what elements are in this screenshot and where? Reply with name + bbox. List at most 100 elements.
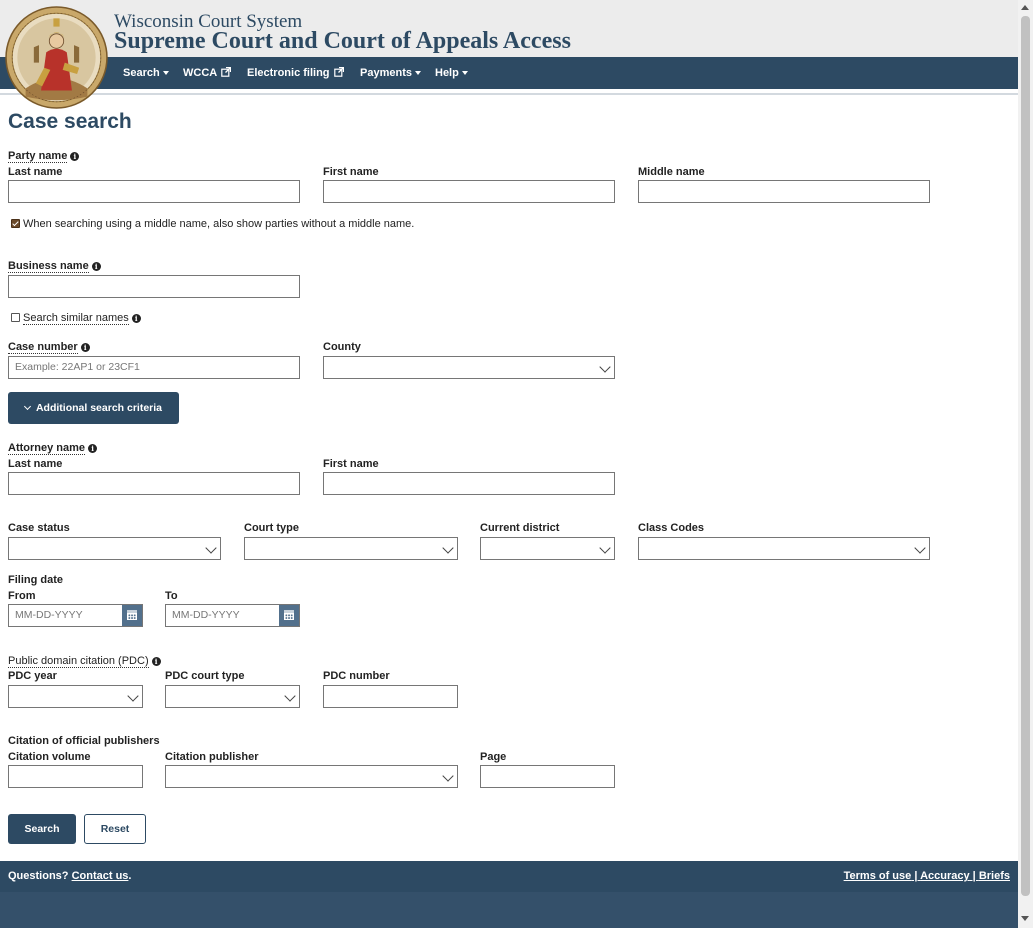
footer-contact-suffix: .: [128, 870, 132, 882]
current-district-select[interactable]: [480, 537, 615, 560]
chevron-down-icon: [599, 361, 611, 373]
citation-volume-label: Citation volume: [8, 751, 91, 763]
site-footer: Questions? Contact us. Terms of use | Ac…: [0, 861, 1018, 892]
nav-divider: [0, 93, 1018, 95]
citation-page-input[interactable]: [480, 765, 615, 788]
nav-payments-label: Payments: [360, 67, 412, 79]
party-name-group-label: Party name i: [8, 150, 80, 163]
terms-of-use-link[interactable]: Terms of use: [844, 870, 912, 882]
site-title[interactable]: Supreme Court and Court of Appeals Acces…: [114, 28, 571, 55]
scroll-down-icon[interactable]: [1021, 916, 1029, 921]
case-status-select[interactable]: [8, 537, 221, 560]
chevron-down-icon: [914, 542, 926, 554]
case-number-group-label: Case number i: [8, 341, 90, 354]
chevron-down-icon: [205, 542, 217, 554]
attorney-last-name-input[interactable]: [8, 472, 300, 495]
court-seal-logo[interactable]: [5, 6, 108, 109]
attorney-last-name-label: Last name: [8, 458, 63, 470]
business-name-input[interactable]: [8, 275, 300, 298]
filing-from-input[interactable]: MM-DD-YYYY: [8, 604, 143, 627]
nav-search-label: Search: [123, 67, 160, 79]
nav-wcca-label: WCCA: [183, 67, 217, 79]
filing-date-label: Filing date: [8, 574, 63, 586]
nav-electronic-filing-label: Electronic filing: [247, 67, 330, 79]
attorney-first-name-input[interactable]: [323, 472, 615, 495]
info-icon[interactable]: i: [80, 343, 90, 352]
pdc-group-label: Public domain citation (PDC) i: [8, 655, 161, 668]
external-link-icon: [333, 66, 344, 77]
filing-to-label: To: [165, 590, 178, 602]
footer-questions: Questions? Contact us.: [8, 870, 131, 882]
attorney-name-label: Attorney name: [8, 442, 86, 455]
business-name-group-label: Business name i: [8, 260, 101, 273]
footer-questions-text: Questions?: [8, 870, 69, 882]
info-icon[interactable]: i: [91, 262, 101, 271]
pdc-label: Public domain citation (PDC): [8, 655, 149, 668]
party-last-name-label: Last name: [8, 166, 63, 178]
current-district-label: Current district: [480, 522, 560, 534]
info-icon[interactable]: i: [70, 152, 80, 161]
middle-name-checkbox-label[interactable]: When searching using a middle name, also…: [23, 218, 414, 230]
caret-down-icon: [414, 71, 421, 76]
case-number-input[interactable]: Example: 22AP1 or 23CF1: [8, 356, 300, 379]
nav-electronic-filing[interactable]: Electronic filing: [247, 66, 344, 79]
nav-search[interactable]: Search: [123, 67, 169, 79]
citation-publisher-label: Citation publisher: [165, 751, 259, 763]
scroll-thumb[interactable]: [1021, 16, 1030, 896]
external-link-icon: [221, 66, 232, 77]
footer-links: Terms of use | Accuracy | Briefs: [844, 870, 1010, 882]
pdc-number-input[interactable]: [323, 685, 458, 708]
info-icon[interactable]: i: [88, 444, 98, 453]
nav-help-label: Help: [435, 67, 459, 79]
additional-search-criteria-button[interactable]: Additional search criteria: [8, 392, 179, 424]
pdc-court-type-select[interactable]: [165, 685, 300, 708]
calendar-icon: [284, 610, 294, 620]
chevron-down-icon: [127, 690, 139, 702]
official-publishers-label: Citation of official publishers: [8, 735, 160, 747]
nav-wcca[interactable]: WCCA: [183, 66, 232, 79]
chevron-down-icon: [442, 770, 454, 782]
nav-payments[interactable]: Payments: [360, 67, 421, 79]
caret-down-icon: [162, 71, 169, 76]
chevron-down-icon: [599, 542, 611, 554]
business-name-label: Business name: [8, 260, 89, 273]
similar-names-label[interactable]: Search similar names: [23, 312, 129, 325]
footer-separator: |: [911, 870, 921, 882]
chevron-down-icon: [442, 542, 454, 554]
similar-names-checkbox[interactable]: [11, 313, 20, 322]
page-scrollbar[interactable]: [1018, 0, 1033, 928]
party-last-name-input[interactable]: [8, 180, 300, 203]
court-type-label: Court type: [244, 522, 299, 534]
filing-to-calendar-button[interactable]: [279, 605, 299, 626]
info-icon[interactable]: i: [131, 314, 141, 323]
citation-page-label: Page: [480, 751, 507, 763]
filing-from-calendar-button[interactable]: [122, 605, 142, 626]
chevron-down-icon: [23, 402, 32, 411]
nav-help[interactable]: Help: [435, 67, 468, 79]
reset-button[interactable]: Reset: [84, 814, 146, 844]
info-icon[interactable]: i: [151, 657, 161, 666]
footer-separator: |: [969, 870, 979, 882]
party-first-name-input[interactable]: [323, 180, 615, 203]
filing-to-placeholder: MM-DD-YYYY: [172, 609, 240, 621]
class-codes-select[interactable]: [638, 537, 930, 560]
accuracy-link[interactable]: Accuracy: [920, 870, 970, 882]
court-type-select[interactable]: [244, 537, 458, 560]
middle-name-checkbox[interactable]: [11, 219, 20, 228]
county-select[interactable]: [323, 356, 615, 379]
filing-to-input[interactable]: MM-DD-YYYY: [165, 604, 300, 627]
county-label: County: [323, 341, 361, 353]
case-number-label: Case number: [8, 341, 78, 354]
briefs-link[interactable]: Briefs: [979, 870, 1010, 882]
citation-volume-input[interactable]: [8, 765, 143, 788]
pdc-year-label: PDC year: [8, 670, 57, 682]
contact-us-link[interactable]: Contact us: [72, 870, 129, 882]
party-name-label: Party name: [8, 150, 68, 163]
citation-publisher-select[interactable]: [165, 765, 458, 788]
scroll-up-icon[interactable]: [1021, 5, 1029, 10]
class-codes-label: Class Codes: [638, 522, 705, 534]
party-first-name-label: First name: [323, 166, 379, 178]
party-middle-name-input[interactable]: [638, 180, 930, 203]
search-button[interactable]: Search: [8, 814, 76, 844]
pdc-year-select[interactable]: [8, 685, 143, 708]
